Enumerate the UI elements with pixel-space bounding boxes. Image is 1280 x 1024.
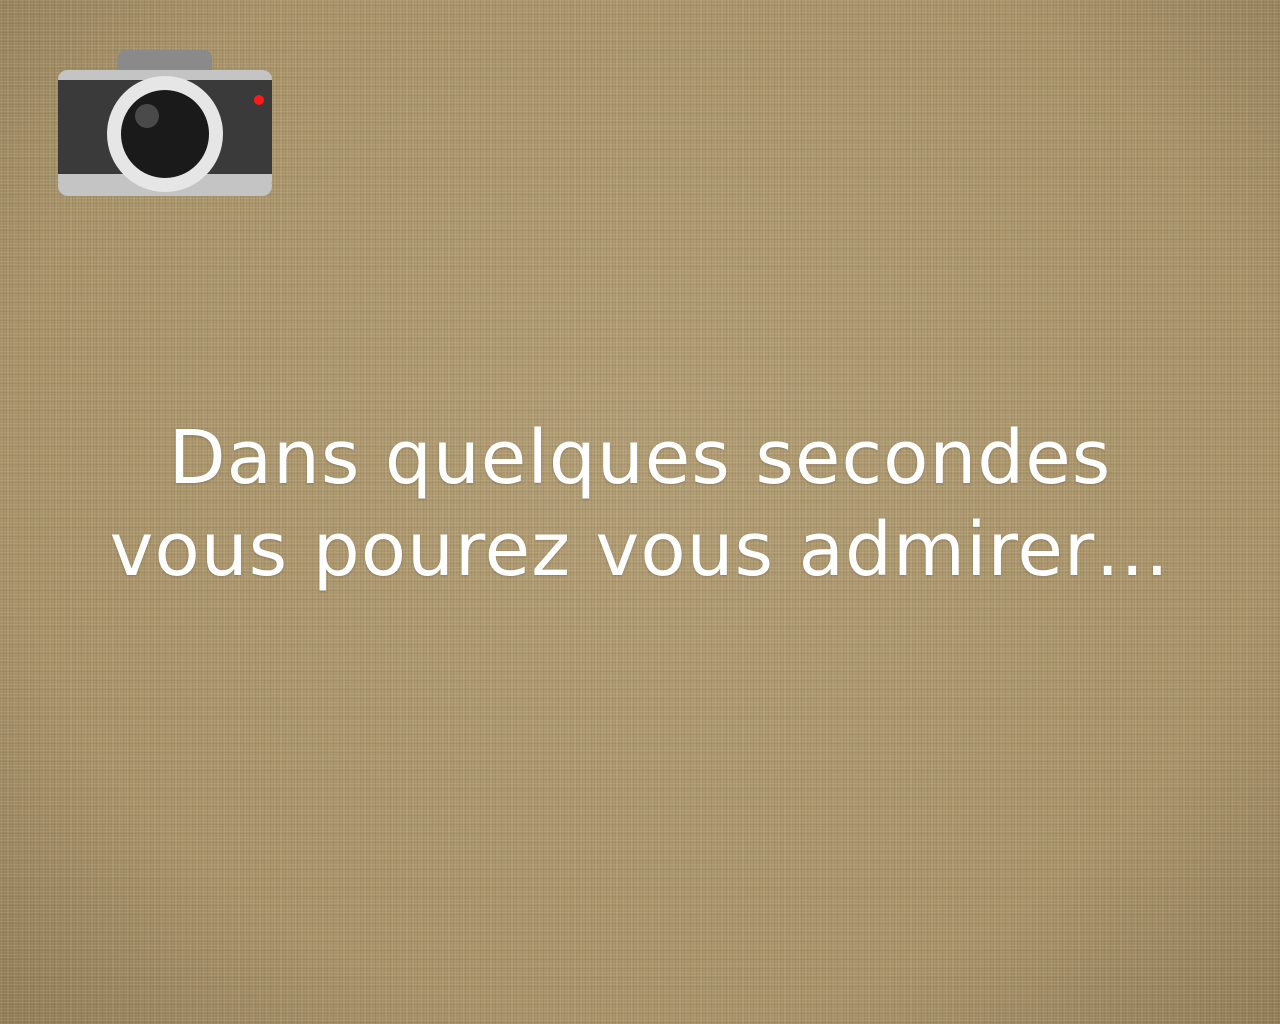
- slide-message: Dans quelques secondes vous pourez vous …: [60, 412, 1220, 596]
- camera-icon: [56, 50, 274, 198]
- message-line-2: vous pourez vous admirer…: [109, 507, 1171, 593]
- slide-screen: Dans quelques secondes vous pourez vous …: [0, 0, 1280, 1024]
- message-line-1: Dans quelques secondes: [168, 415, 1112, 501]
